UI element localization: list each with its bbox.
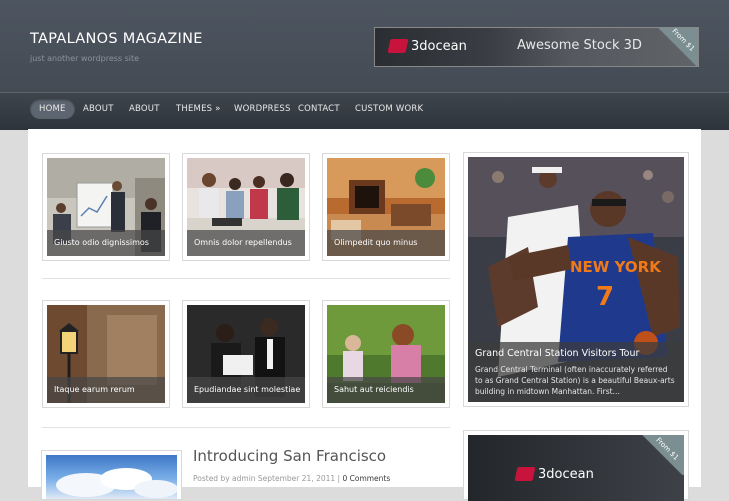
grid-post-6[interactable]: Sahut aut reiciendis — [322, 300, 450, 408]
featured-caption[interactable]: Grand Central Station Visitors Tour Gran… — [468, 342, 684, 402]
post-thumbnail[interactable] — [41, 450, 182, 500]
ad-ribbon-text: From $1 — [669, 27, 696, 53]
main-navigation: HOME ABOUT ABOUT THEMES » WORDPRESS CONT… — [0, 92, 729, 130]
post-title[interactable]: Introducing San Francisco — [193, 447, 386, 465]
grid-post-caption[interactable]: Omnis dolor repellendus — [187, 230, 305, 256]
jersey-team-text: NEW YORK — [570, 258, 662, 276]
row-divider — [42, 278, 450, 279]
nav-item-about-2[interactable]: ABOUT — [129, 104, 160, 114]
post-image-sky[interactable] — [46, 455, 177, 499]
grid-post-caption[interactable]: Giusto odio dignissimos — [47, 230, 165, 256]
jersey-number-text: 7 — [596, 282, 614, 312]
sidebar-ad-brand: 3docean — [538, 467, 594, 482]
grid-post-caption[interactable]: Olimpedit quo minus — [327, 230, 445, 256]
post-comments-link[interactable]: 0 Comments — [342, 474, 390, 483]
ad-slogan: Awesome Stock 3D — [517, 38, 642, 53]
grid-post-caption[interactable]: Epudiandae sint molestiae — [187, 377, 305, 403]
header-banner-ad[interactable]: 3docean Awesome Stock 3D From $1 — [374, 27, 699, 67]
nav-item-themes[interactable]: THEMES » — [176, 104, 221, 114]
grid-post-caption[interactable]: Sahut aut reiciendis — [327, 377, 445, 403]
grid-post-caption[interactable]: Itaque earum rerum — [47, 377, 165, 403]
grid-post-5[interactable]: Epudiandae sint molestiae — [182, 300, 310, 408]
nav-item-home[interactable]: HOME — [30, 99, 75, 119]
grid-post-4[interactable]: Itaque earum rerum — [42, 300, 170, 408]
nav-item-about[interactable]: ABOUT — [83, 104, 114, 114]
nav-item-custom-work[interactable]: CUSTOM WORK — [355, 104, 423, 114]
grid-post-3[interactable]: Olimpedit quo minus — [322, 153, 450, 261]
site-title[interactable]: TAPALANOS MAGAZINE — [30, 31, 203, 47]
featured-slider[interactable]: NEW YORK 7 Grand Central Station Visitor… — [463, 152, 689, 407]
post-meta-byline: Posted by admin September 21, 2011 | — [193, 474, 341, 483]
ad-price-ribbon: From $1 — [654, 27, 698, 66]
site-tagline: just another wordpress site — [30, 54, 140, 63]
sidebar-banner-ad[interactable]: 3docean From $1 — [463, 430, 689, 501]
grid-post-2[interactable]: Omnis dolor repellendus — [182, 153, 310, 261]
ad-brand-name: 3docean — [411, 39, 467, 54]
grid-post-1[interactable]: Giusto odio dignissimos — [42, 153, 170, 261]
featured-title[interactable]: Grand Central Station Visitors Tour — [475, 348, 677, 359]
nav-item-wordpress[interactable]: WORDPRESS — [234, 104, 291, 114]
post-meta: Posted by admin September 21, 2011 | 0 C… — [193, 474, 390, 483]
3docean-logo-icon — [514, 467, 536, 481]
sidebar-ad-ribbon: From $1 — [638, 435, 684, 475]
nav-item-contact[interactable]: CONTACT — [298, 104, 340, 114]
3docean-logo-icon — [387, 39, 409, 53]
featured-excerpt: Grand Central Terminal (often inaccurate… — [475, 365, 675, 396]
sidebar-ad-ribbon-text: From $1 — [653, 436, 680, 462]
site-header: TAPALANOS MAGAZINE just another wordpres… — [0, 0, 729, 92]
sidebar-ad-image[interactable]: 3docean From $1 — [468, 435, 684, 501]
row-divider — [42, 427, 450, 428]
